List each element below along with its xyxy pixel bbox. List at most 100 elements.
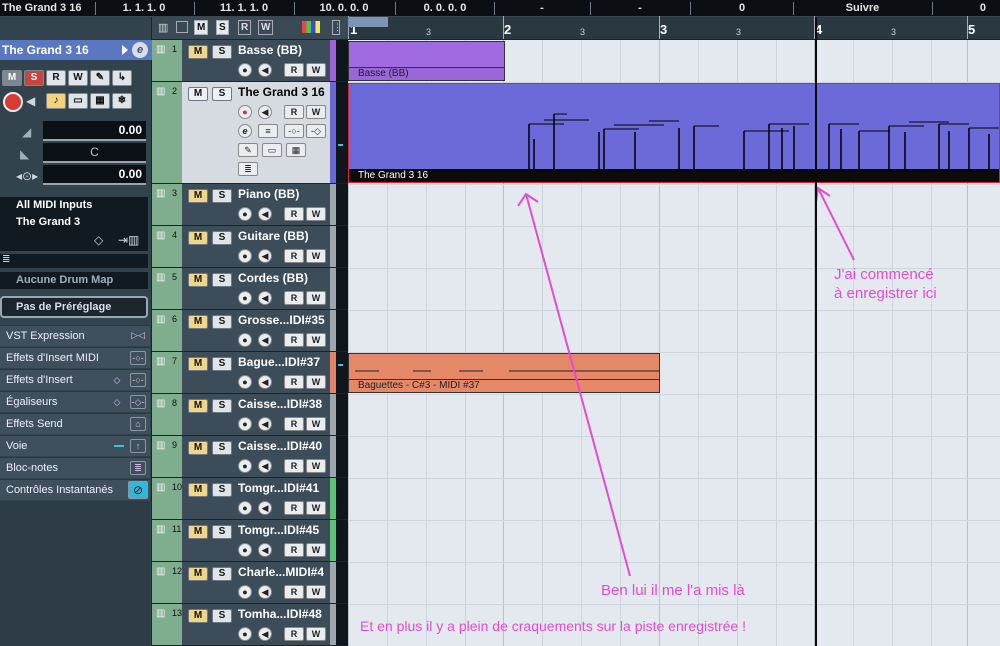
track-name[interactable]: The Grand 3 16	[238, 85, 328, 99]
track-row[interactable]: ▥ 13 M S Tomha...IDI#48 ● ◀ R W	[152, 604, 348, 646]
track-row[interactable]: ▥ 11 M S Tomgr...IDI#45 ● ◀ R W	[152, 520, 348, 562]
mute-button[interactable]: M	[188, 231, 208, 245]
section-quick-controls[interactable]: Contrôles Instantanés ⊘	[0, 479, 150, 500]
keyboard-icon[interactable]: ▦	[90, 93, 110, 109]
mute-button[interactable]: M	[188, 609, 208, 623]
edit-instrument-icon[interactable]: e	[238, 124, 252, 138]
track-handle[interactable]: ▥ 2	[152, 82, 182, 183]
track-handle[interactable]: ▥ 1	[152, 40, 182, 81]
track-name[interactable]: Basse (BB)	[238, 43, 328, 57]
track-handle[interactable]: ▥ 12	[152, 562, 182, 603]
solo-button[interactable]: S	[212, 45, 232, 59]
section-sends[interactable]: Effets Send ⌂	[0, 413, 150, 434]
section-vst-expression[interactable]: VST Expression ▷◁	[0, 325, 150, 346]
record-enable-icon[interactable]: ●	[238, 627, 252, 641]
folder-icon[interactable]: ▭	[68, 93, 88, 109]
track-row[interactable]: ▥ 1 M S Basse (BB) ● ◀ R W	[152, 40, 348, 82]
write-button[interactable]: W	[306, 249, 326, 263]
insert-bypass-icon[interactable]: -○-	[284, 124, 304, 138]
track-name[interactable]: Tomgr...IDI#41	[238, 481, 328, 495]
info-follow[interactable]: Suivre	[795, 0, 930, 17]
inspector-edit-button[interactable]: ✎	[90, 70, 110, 86]
track-name[interactable]: Cordes (BB)	[238, 271, 328, 285]
project-cursor[interactable]	[815, 17, 817, 646]
mute-button[interactable]: M	[188, 357, 208, 371]
track-handle[interactable]: ▥ 11	[152, 520, 182, 561]
eq-bypass-icon[interactable]: -◇	[306, 124, 326, 138]
track-handle[interactable]: ▥ 13	[152, 604, 182, 645]
track-handle[interactable]: ▥ 10	[152, 478, 182, 519]
monitor-icon[interactable]: ◀	[26, 94, 35, 108]
track-row-selected[interactable]: ▥ 2 M S The Grand 3 16 ● ◀ R W e ≡ -○- -◇…	[152, 82, 348, 184]
monitor-icon[interactable]: ◀	[258, 249, 272, 263]
note-icon[interactable]: ♪	[46, 93, 66, 109]
write-button[interactable]: W	[306, 207, 326, 221]
mute-button[interactable]: M	[188, 525, 208, 539]
track-name[interactable]: Guitare (BB)	[238, 229, 328, 243]
arrangement-area[interactable]: Basse (BB) The Grand 3 16 Baguettes - C#…	[348, 40, 1000, 646]
left-locator[interactable]	[348, 17, 388, 27]
track-handle[interactable]: ▥ 5	[152, 268, 182, 309]
preset-select[interactable]: Pas de Préréglage	[0, 296, 148, 318]
record-enable-icon[interactable]: ●	[238, 501, 252, 515]
read-button[interactable]: R	[284, 375, 304, 389]
inspector-track-name[interactable]: The Grand 3 16 e	[0, 40, 152, 60]
collapse-icon[interactable]	[176, 21, 188, 33]
track-row[interactable]: ▥ 3 M S Piano (BB) ● ◀ R W	[152, 184, 348, 226]
midi-output-select[interactable]: The Grand 3	[0, 214, 148, 231]
solo-button[interactable]: S	[212, 525, 232, 539]
section-inserts[interactable]: Effets d'Insert ◇ -○-	[0, 369, 150, 390]
track-name[interactable]: Caisse...IDI#38	[238, 397, 328, 411]
read-button[interactable]: R	[284, 105, 304, 119]
timeline-ruler[interactable]: 1 3 2 3 3 3 4 3 5	[348, 16, 1000, 40]
section-notepad[interactable]: Bloc-notes ≣	[0, 457, 150, 478]
write-button[interactable]: W	[306, 333, 326, 347]
write-button[interactable]: W	[306, 417, 326, 431]
section-channel[interactable]: Voie ↑	[0, 435, 150, 456]
write-button[interactable]: W	[306, 291, 326, 305]
solo-button[interactable]: S	[212, 441, 232, 455]
track-row[interactable]: ▥ 12 M S Charle...MIDI#4 ● ◀ R W	[152, 562, 348, 604]
notepad-icon[interactable]: ≣	[238, 162, 258, 176]
section-midi-inserts[interactable]: Effets d'Insert MIDI -○-	[0, 347, 150, 368]
read-button[interactable]: R	[284, 459, 304, 473]
global-mute-button[interactable]: M	[194, 20, 209, 35]
monitor-icon[interactable]: ◀	[258, 105, 272, 119]
track-name[interactable]: Charle...MIDI#4	[238, 565, 328, 579]
read-button[interactable]: R	[284, 417, 304, 431]
track-row[interactable]: ▥ 10 M S Tomgr...IDI#41 ● ◀ R W	[152, 478, 348, 520]
solo-button[interactable]: S	[212, 399, 232, 413]
delay-bar[interactable]	[43, 183, 146, 185]
color-icon[interactable]	[302, 21, 320, 33]
global-solo-button[interactable]: S	[216, 20, 229, 35]
record-enable-icon[interactable]: ●	[238, 291, 252, 305]
track-handle[interactable]: ▥ 3	[152, 184, 182, 225]
volume-bar[interactable]	[43, 139, 146, 141]
monitor-icon[interactable]: ◀	[258, 459, 272, 473]
inspector-write-button[interactable]: W	[68, 70, 88, 86]
read-button[interactable]: R	[284, 291, 304, 305]
insert-list-icon[interactable]: ≡	[258, 124, 278, 138]
track-name[interactable]: Piano (BB)	[238, 187, 328, 201]
read-button[interactable]: R	[284, 207, 304, 221]
record-enable-icon[interactable]: ●	[238, 249, 252, 263]
record-enable-icon[interactable]: ●	[238, 417, 252, 431]
track-list-menu-icon[interactable]: ⋮	[332, 20, 342, 35]
inspector-solo-button[interactable]: S	[24, 70, 44, 86]
monitor-icon[interactable]: ◀	[258, 627, 272, 641]
info-field-10[interactable]: 0	[934, 0, 1000, 17]
write-button[interactable]: W	[306, 585, 326, 599]
freeze-icon[interactable]: ❄	[112, 93, 132, 109]
monitor-icon[interactable]: ◀	[258, 333, 272, 347]
solo-button[interactable]: S	[212, 189, 232, 203]
monitor-icon[interactable]: ◀	[258, 417, 272, 431]
track-name[interactable]: Tomgr...IDI#45	[238, 523, 328, 537]
info-name[interactable]: The Grand 3 16	[0, 0, 92, 17]
mute-button[interactable]: M	[188, 483, 208, 497]
mute-button[interactable]: M	[188, 315, 208, 329]
track-row[interactable]: ▥ 8 M S Caisse...IDI#38 ● ◀ R W	[152, 394, 348, 436]
write-button[interactable]: W	[306, 543, 326, 557]
write-button[interactable]: W	[306, 627, 326, 641]
read-button[interactable]: R	[284, 63, 304, 77]
drum-map-select[interactable]: Aucune Drum Map	[0, 272, 148, 289]
